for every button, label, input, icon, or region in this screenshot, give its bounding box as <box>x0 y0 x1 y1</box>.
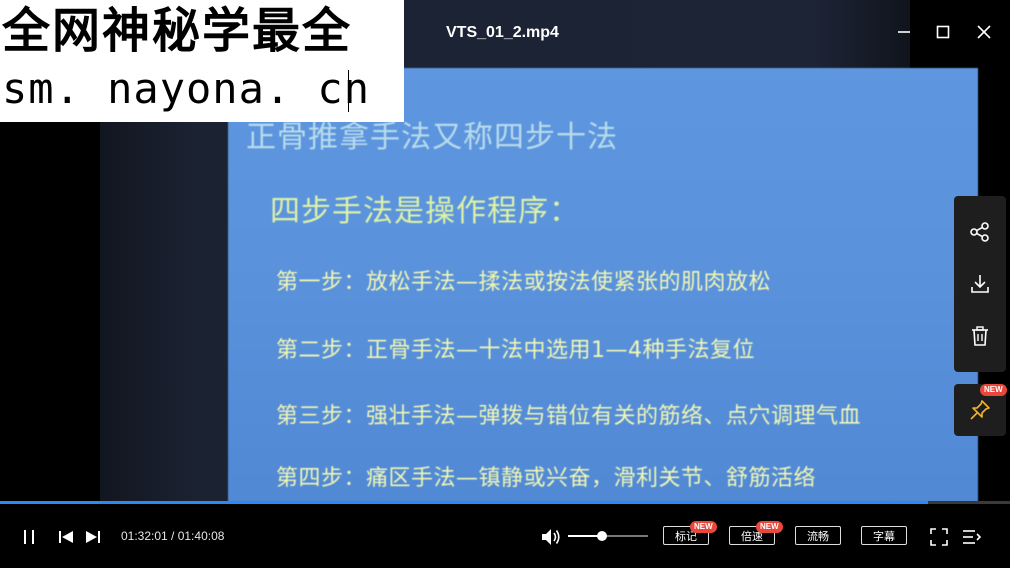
slide-subtitle: 四步手法是操作程序： <box>270 194 580 229</box>
file-title: VTS_01_2.mp4 <box>446 24 559 41</box>
volume-icon <box>542 529 560 545</box>
text-caret <box>348 70 349 112</box>
next-button[interactable] <box>82 526 104 548</box>
pause-icon <box>24 530 34 544</box>
subtitle-button[interactable]: 字幕 <box>861 526 907 545</box>
new-badge: NEW <box>690 521 717 533</box>
previous-icon <box>59 531 73 543</box>
slide-step: 第二步：正骨手法—十法中选用1—4种手法复位 <box>276 338 755 363</box>
quality-button[interactable]: 流畅 <box>795 526 841 545</box>
share-button[interactable] <box>962 214 998 250</box>
maximize-button[interactable] <box>931 20 955 44</box>
new-badge: NEW <box>980 384 1007 396</box>
new-badge: NEW <box>756 521 783 533</box>
slide: 正骨推拿手法又称四步十法 四步手法是操作程序： 第一步：放松手法—揉法或按法使紧… <box>228 68 978 568</box>
minimize-button[interactable] <box>892 20 916 44</box>
control-bar: 01:32:01 / 01:40:08 标记 NEW 倍速 NEW 流畅 字幕 <box>0 504 1010 568</box>
trash-icon <box>972 326 988 346</box>
time-display: 01:32:01 / 01:40:08 <box>121 529 225 543</box>
download-icon <box>971 275 989 293</box>
watermark-text: 全网神秘学最全 <box>2 3 353 59</box>
next-icon <box>86 531 100 543</box>
fullscreen-icon <box>930 528 948 546</box>
slide-step: 第三步：强壮手法—弹拨与错位有关的筋络、点穴调理气血 <box>276 404 862 429</box>
maximize-icon <box>936 25 950 39</box>
pause-button[interactable] <box>18 526 40 548</box>
fullscreen-button[interactable] <box>928 526 950 548</box>
pin-button[interactable]: NEW <box>954 384 1007 436</box>
volume-button[interactable] <box>540 526 562 548</box>
quality-label: 流畅 <box>807 529 829 543</box>
download-button[interactable] <box>962 266 998 302</box>
minimize-icon <box>898 31 910 33</box>
playlist-button[interactable] <box>961 526 983 548</box>
share-icon <box>970 222 989 242</box>
watermark-url: sm. nayona. cn <box>2 64 371 113</box>
delete-button[interactable] <box>962 318 998 354</box>
pin-icon <box>970 400 990 420</box>
slide-step: 第一步：放松手法—揉法或按法使紧张的肌肉放松 <box>276 270 772 295</box>
playlist-icon <box>963 530 982 544</box>
previous-button[interactable] <box>55 526 77 548</box>
side-panel <box>954 196 1006 372</box>
volume-slider[interactable] <box>568 531 648 541</box>
slide-step: 第四步：痛区手法—镇静或兴奋，滑利关节、舒筋活络 <box>276 466 817 491</box>
subtitle-label: 字幕 <box>873 529 895 543</box>
volume-knob[interactable] <box>596 531 607 541</box>
close-button[interactable] <box>972 20 996 44</box>
watermark: 全网神秘学最全 sm. nayona. cn <box>0 0 404 122</box>
close-icon <box>977 25 991 39</box>
